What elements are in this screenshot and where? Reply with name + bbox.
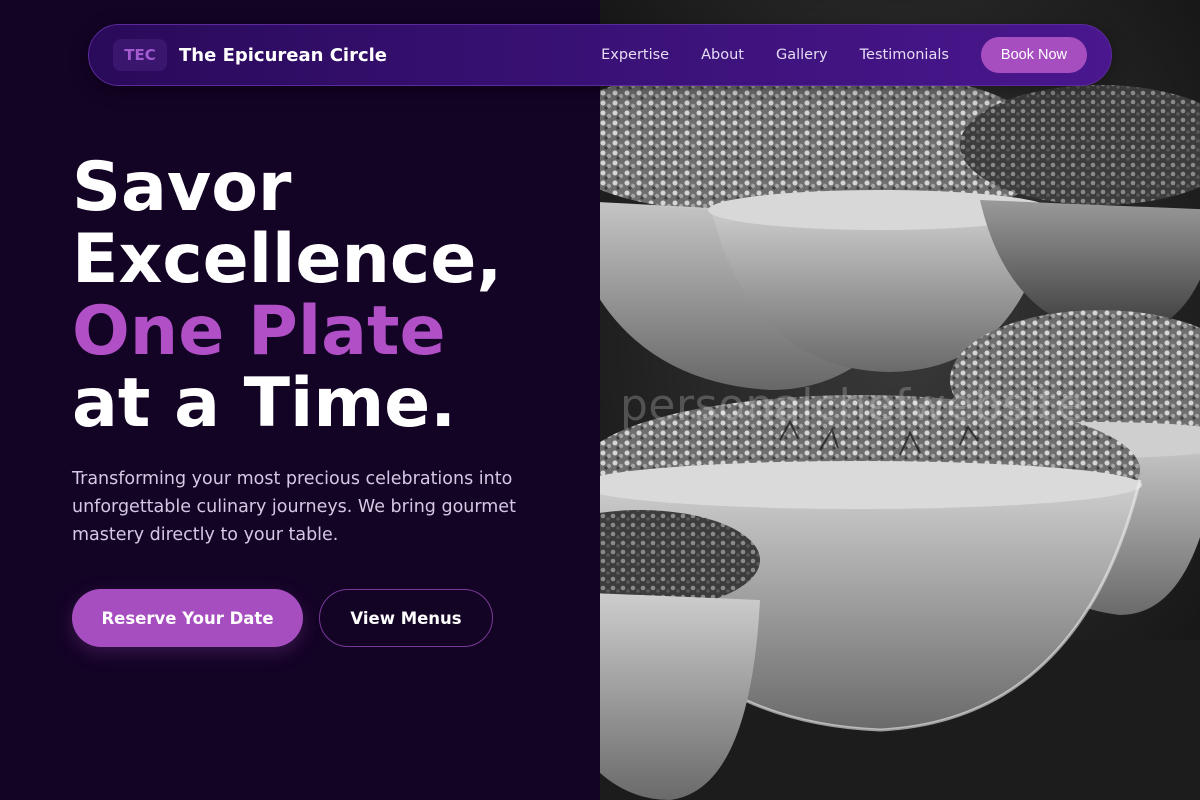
hero-title-accent: One Plate [72,292,446,371]
nav-link-testimonials[interactable]: Testimonials [860,47,949,63]
brand[interactable]: TEC The Epicurean Circle [113,39,387,71]
logo-badge[interactable]: TEC [113,39,167,71]
hero-title: Savor Excellence, One Plate at a Time. [72,152,502,440]
nav-link-about[interactable]: About [701,47,744,63]
hero-title-line4: at a Time. [72,364,457,443]
hero-title-line1: Savor [72,148,292,227]
top-navbar: TEC The Epicurean Circle Expertise About… [88,24,1112,86]
book-now-button[interactable]: Book Now [980,37,1087,73]
nav-link-expertise[interactable]: Expertise [601,47,669,63]
hero-description: Transforming your most precious celebrat… [72,469,516,545]
view-menus-button[interactable]: View Menus [319,589,493,647]
nav-links: Expertise About Gallery Testimonials Boo… [601,37,1087,73]
watermark-text: personalchefwebsite [620,380,1084,431]
brand-name[interactable]: The Epicurean Circle [179,45,387,66]
reserve-date-button[interactable]: Reserve Your Date [72,589,303,647]
hero-title-line2: Excellence, [72,220,503,299]
nav-link-gallery[interactable]: Gallery [776,47,828,63]
